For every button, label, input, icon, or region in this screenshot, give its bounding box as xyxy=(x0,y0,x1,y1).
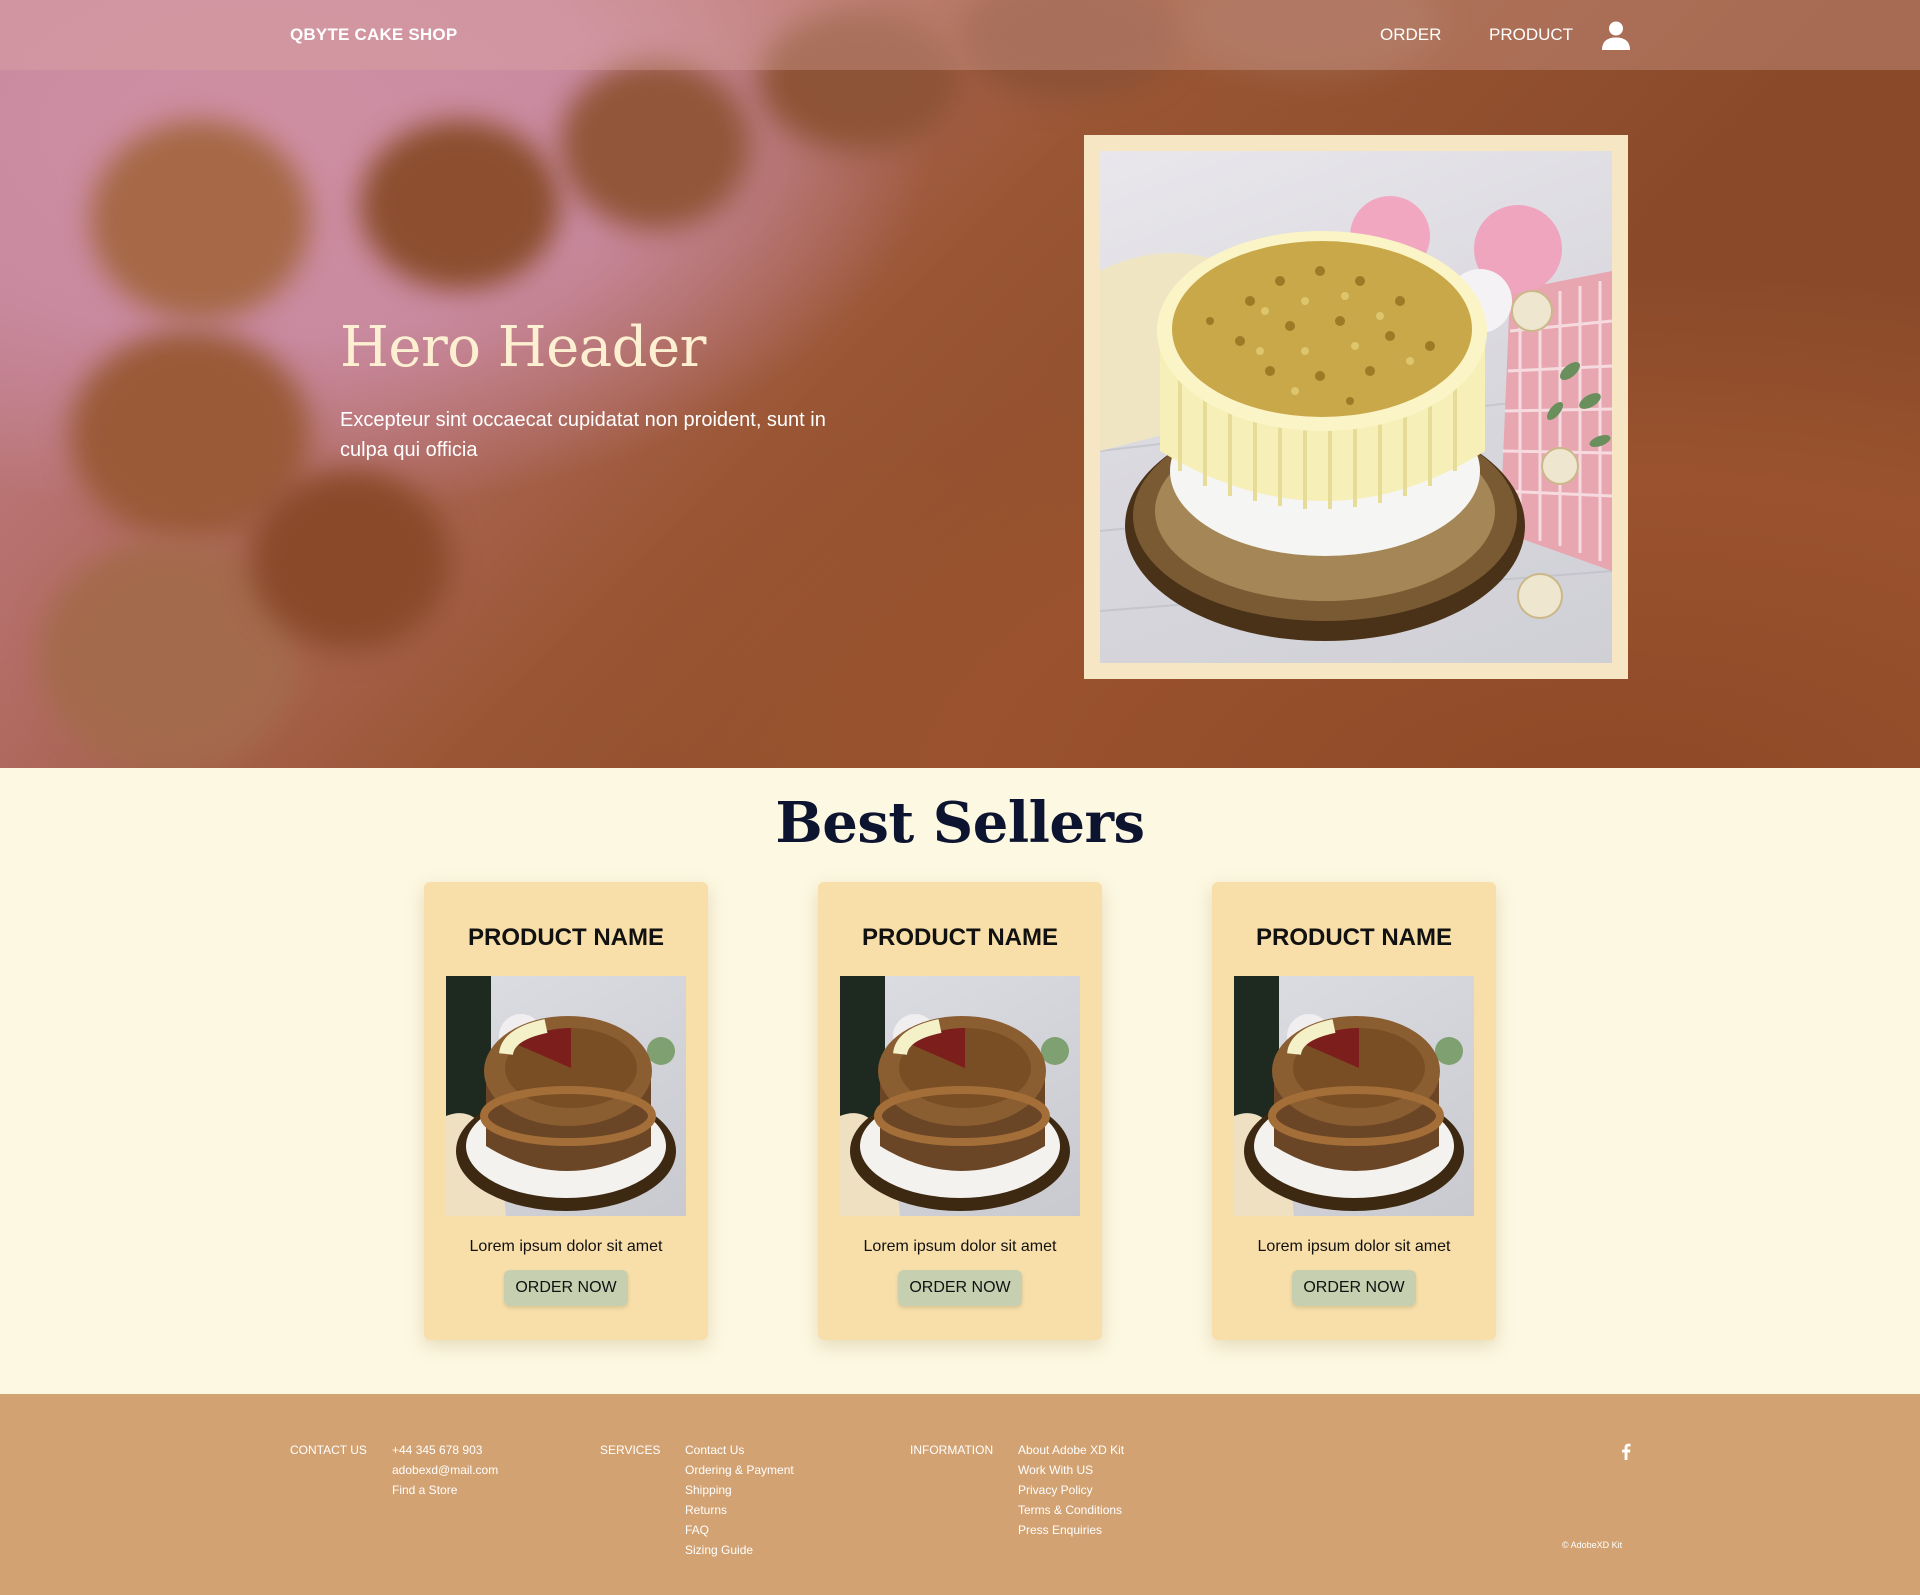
footer-link[interactable]: Shipping xyxy=(685,1483,732,1497)
footer-link[interactable]: Terms & Conditions xyxy=(1018,1503,1122,1517)
hero-background-blur xyxy=(250,470,450,650)
product-name: PRODUCT NAME xyxy=(1256,924,1452,951)
site-footer: CONTACT US +44 345 678 903 adobexd@mail.… xyxy=(0,1394,1920,1595)
brand-logo-text[interactable]: QBYTE CAKE SHOP xyxy=(290,25,457,45)
chocolate-cake-illustration xyxy=(1234,976,1464,1216)
footer-contact-item: adobexd@mail.com xyxy=(392,1463,498,1483)
footer-services-item: Ordering & Payment xyxy=(685,1463,794,1483)
hero-background-blur xyxy=(90,120,310,320)
footer-services-item: Returns xyxy=(685,1503,794,1523)
footer-contact-item: Find a Store xyxy=(392,1483,498,1503)
hero-background-blur xyxy=(560,60,750,230)
footer-information-item: Press Enquiries xyxy=(1018,1523,1124,1543)
product-name: PRODUCT NAME xyxy=(468,924,664,951)
hero-background-blur xyxy=(360,120,560,290)
hero-cake-image xyxy=(1100,151,1612,663)
chocolate-cake-illustration xyxy=(446,976,676,1216)
chocolate-cake-illustration xyxy=(840,976,1070,1216)
product-image xyxy=(446,976,686,1216)
footer-link[interactable]: Press Enquiries xyxy=(1018,1523,1102,1537)
product-card: PRODUCT NAME Lorem ipsum dolor sit amet … xyxy=(818,882,1102,1340)
footer-contact-item: +44 345 678 903 xyxy=(392,1443,498,1463)
best-sellers-heading: Best Sellers xyxy=(775,790,1145,856)
top-navbar: QBYTE CAKE SHOP ORDER PRODUCT xyxy=(0,0,1920,70)
facebook-icon[interactable] xyxy=(1618,1442,1634,1460)
footer-services-list: Contact Us Ordering & Payment Shipping R… xyxy=(685,1443,794,1563)
nav-link-order[interactable]: ORDER xyxy=(1380,25,1441,45)
product-name: PRODUCT NAME xyxy=(862,924,1058,951)
hero-title: Hero Header xyxy=(340,315,706,380)
footer-link[interactable]: Work With US xyxy=(1018,1463,1093,1477)
footer-link[interactable]: Privacy Policy xyxy=(1018,1483,1093,1497)
order-now-button[interactable]: ORDER NOW xyxy=(898,1270,1022,1306)
footer-services-item: Sizing Guide xyxy=(685,1543,794,1563)
footer-information-item: Work With US xyxy=(1018,1463,1124,1483)
footer-information-item: About Adobe XD Kit xyxy=(1018,1443,1124,1463)
footer-services-item: FAQ xyxy=(685,1523,794,1543)
footer-link[interactable]: Contact Us xyxy=(685,1443,744,1457)
order-now-button[interactable]: ORDER NOW xyxy=(504,1270,628,1306)
product-description: Lorem ipsum dolor sit amet xyxy=(1257,1238,1451,1255)
footer-contact-list: +44 345 678 903 adobexd@mail.com Find a … xyxy=(392,1443,498,1503)
find-store-link[interactable]: Find a Store xyxy=(392,1483,457,1497)
footer-link[interactable]: Sizing Guide xyxy=(685,1543,753,1557)
footer-heading-services: SERVICES xyxy=(600,1443,661,1457)
footer-link[interactable]: Ordering & Payment xyxy=(685,1463,794,1477)
footer-link[interactable]: Returns xyxy=(685,1503,727,1517)
product-card: PRODUCT NAME Lorem ipsum dolor sit amet … xyxy=(424,882,708,1340)
product-description: Lorem ipsum dolor sit amet xyxy=(469,1238,663,1255)
hero-section: QBYTE CAKE SHOP ORDER PRODUCT Hero Heade… xyxy=(0,0,1920,768)
footer-information-list: About Adobe XD Kit Work With US Privacy … xyxy=(1018,1443,1124,1543)
footer-heading-information: INFORMATION xyxy=(910,1443,994,1457)
footer-services-item: Contact Us xyxy=(685,1443,794,1463)
cake-illustration xyxy=(1100,196,1612,641)
product-card: PRODUCT NAME Lorem ipsum dolor sit amet … xyxy=(1212,882,1496,1340)
copyright-text: © AdobeXD Kit xyxy=(1562,1540,1623,1550)
email-link[interactable]: adobexd@mail.com xyxy=(392,1463,498,1477)
footer-heading-contact: CONTACT US xyxy=(290,1443,367,1457)
footer-link[interactable]: About Adobe XD Kit xyxy=(1018,1443,1124,1457)
hero-subtitle: Excepteur sint occaecat cupidatat non pr… xyxy=(340,409,826,461)
user-icon[interactable] xyxy=(1600,19,1632,51)
phone-link[interactable]: +44 345 678 903 xyxy=(392,1443,482,1457)
footer-link[interactable]: FAQ xyxy=(685,1523,709,1537)
nav-link-product[interactable]: PRODUCT xyxy=(1489,25,1573,45)
footer-information-item: Terms & Conditions xyxy=(1018,1503,1124,1523)
footer-information-item: Privacy Policy xyxy=(1018,1483,1124,1503)
product-image xyxy=(840,976,1080,1216)
footer-services-item: Shipping xyxy=(685,1483,794,1503)
product-description: Lorem ipsum dolor sit amet xyxy=(863,1238,1057,1255)
order-now-button[interactable]: ORDER NOW xyxy=(1292,1270,1416,1306)
product-image xyxy=(1234,976,1474,1216)
hero-image-frame xyxy=(1084,135,1628,679)
